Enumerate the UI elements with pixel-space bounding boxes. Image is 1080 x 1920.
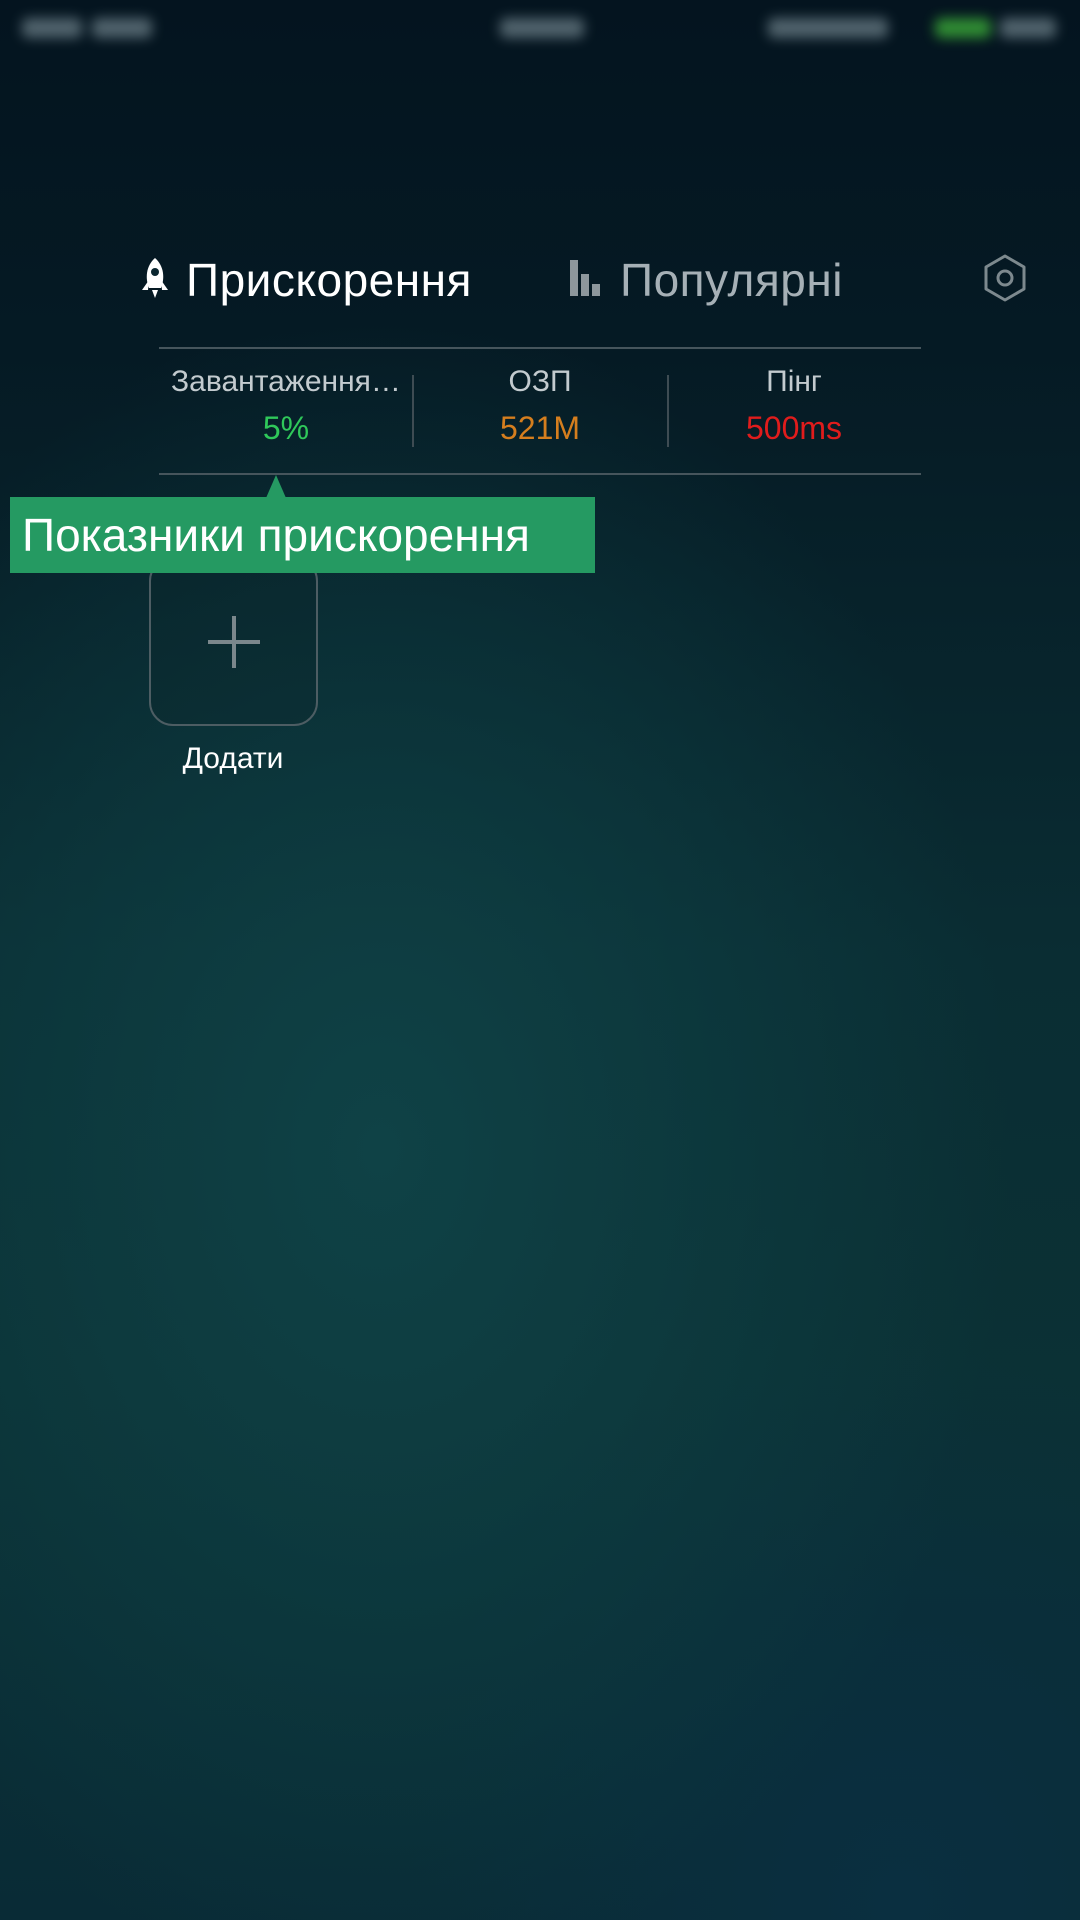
tooltip-arrow bbox=[266, 475, 286, 498]
add-label: Додати bbox=[182, 742, 284, 775]
settings-button[interactable] bbox=[980, 253, 1030, 303]
tab-acceleration[interactable]: Прискорення bbox=[138, 245, 472, 315]
tooltip-text: Показники прискорення bbox=[22, 509, 530, 561]
stat-ping: Пінг 500ms bbox=[667, 362, 921, 448]
stat-ping-label: Пінг bbox=[766, 365, 822, 398]
bar-chart-icon bbox=[568, 258, 602, 303]
stats-top-divider bbox=[159, 347, 921, 349]
stat-cpu-value: 5% bbox=[262, 410, 310, 446]
stat-ping-value: 500ms bbox=[745, 410, 843, 446]
rocket-icon bbox=[138, 256, 172, 305]
tab-acceleration-label: Прискорення bbox=[186, 254, 472, 306]
stat-cpu-label: Завантаження… bbox=[171, 365, 401, 398]
stat-ram-label: ОЗП bbox=[508, 365, 572, 398]
add-game-button[interactable] bbox=[149, 557, 318, 726]
signal-icon bbox=[92, 18, 152, 38]
battery-percent bbox=[1000, 18, 1056, 38]
status-icons bbox=[768, 18, 888, 38]
signal-icon bbox=[22, 18, 82, 38]
tab-popular-label: Популярні bbox=[620, 254, 843, 306]
stat-ram-value: 521M bbox=[499, 410, 581, 446]
status-bar bbox=[0, 0, 1080, 64]
clock-placeholder bbox=[500, 18, 584, 38]
gear-icon bbox=[980, 254, 1030, 307]
stat-cpu: Завантаження… 5% bbox=[159, 362, 413, 448]
stat-ram: ОЗП 521M bbox=[413, 362, 667, 448]
tab-popular[interactable]: Популярні bbox=[568, 245, 843, 315]
battery-icon bbox=[935, 18, 991, 38]
tooltip[interactable]: Показники прискорення bbox=[10, 497, 595, 573]
